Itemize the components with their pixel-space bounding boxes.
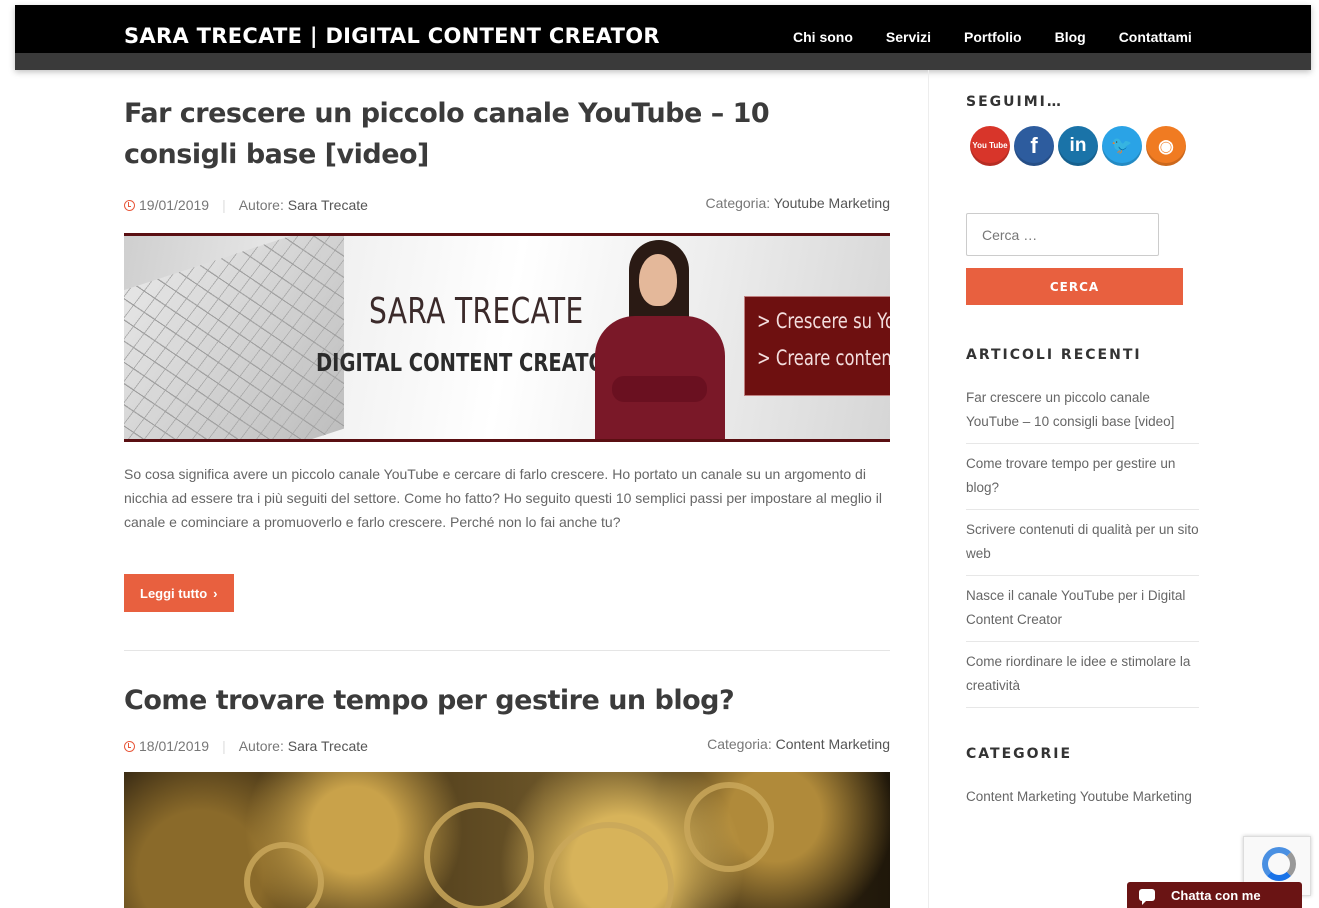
nav-contattami[interactable]: Contattami xyxy=(1119,29,1192,45)
post-title[interactable]: Come trovare tempo per gestire un blog? xyxy=(124,680,890,721)
read-more-label: Leggi tutto xyxy=(140,585,208,601)
main-content: Far crescere un piccolo canale YouTube –… xyxy=(124,70,890,908)
sidebar-divider xyxy=(928,70,929,908)
youtube-icon[interactable]: You Tube xyxy=(970,126,1010,166)
banner-name: SARA TRECATE xyxy=(369,291,584,332)
linkedin-icon[interactable]: in xyxy=(1058,126,1098,166)
nav-portfolio[interactable]: Portfolio xyxy=(964,29,1022,45)
chat-label: Chatta con me xyxy=(1171,887,1261,903)
post-2: Come trovare tempo per gestire un blog? … xyxy=(124,680,890,908)
post-meta: 19/01/2019 | Autore: Sara Trecate Catego… xyxy=(124,195,890,215)
facebook-icon[interactable]: f xyxy=(1014,126,1054,166)
post-category[interactable]: Youtube Marketing xyxy=(774,195,890,211)
post-category[interactable]: Content Marketing xyxy=(776,736,890,752)
recent-post-link[interactable]: Far crescere un piccolo canale YouTube –… xyxy=(966,378,1199,444)
post-date: 18/01/2019 xyxy=(139,738,210,754)
recent-post-link[interactable]: Come trovare tempo per gestire un blog? xyxy=(966,444,1199,510)
recent-post-link[interactable]: Nasce il canale YouTube per i Digital Co… xyxy=(966,576,1199,642)
social-links: You Tube f in 🐦 ◉ xyxy=(970,126,1199,166)
banner-topic-line: > Crescere su Yo xyxy=(757,309,890,333)
post-divider xyxy=(124,650,890,651)
post-featured-image[interactable] xyxy=(124,772,890,908)
post-title[interactable]: Far crescere un piccolo canale YouTube –… xyxy=(124,93,890,175)
read-more-button[interactable]: Leggi tutto › xyxy=(124,574,234,612)
header-strip xyxy=(15,53,1311,70)
post-1: Far crescere un piccolo canale YouTube –… xyxy=(124,93,890,651)
post-excerpt: So cosa significa avere un piccolo canal… xyxy=(124,466,882,530)
chat-bubble-icon xyxy=(1139,889,1155,905)
category-label: Categoria: xyxy=(705,195,771,211)
search-button[interactable]: CERCA xyxy=(966,268,1183,305)
main-nav: Chi sono Servizi Portfolio Blog Contatta… xyxy=(793,29,1225,45)
banner-topics: > Crescere su Yo > Creare contenu xyxy=(744,296,890,396)
categories-title: CATEGORIE xyxy=(966,746,1073,762)
twitter-icon[interactable]: 🐦 xyxy=(1102,126,1142,166)
portrait-photo xyxy=(587,236,732,439)
recent-posts-title: ARTICOLI RECENTI xyxy=(966,347,1142,363)
post-meta: 18/01/2019 | Autore: Sara Trecate Catego… xyxy=(124,736,890,756)
nav-servizi[interactable]: Servizi xyxy=(886,29,931,45)
post-author[interactable]: Sara Trecate xyxy=(288,197,368,213)
categories-list: Content Marketing Youtube Marketing xyxy=(966,789,1199,804)
post-featured-image[interactable]: SARA TRECATE DIGITAL CONTENT CREATOR > C… xyxy=(124,233,890,442)
banner-subtitle: DIGITAL CONTENT CREATOR xyxy=(316,348,621,377)
meta-separator: | xyxy=(222,738,226,754)
category-link[interactable]: Youtube Marketing xyxy=(1080,789,1192,804)
post-author[interactable]: Sara Trecate xyxy=(288,738,368,754)
author-label: Autore: xyxy=(238,738,284,754)
rss-icon[interactable]: ◉ xyxy=(1146,126,1186,166)
keyboard-graphic xyxy=(124,236,344,439)
recent-posts-list: Far crescere un piccolo canale YouTube –… xyxy=(966,378,1199,708)
site-header: SARA TRECATE | DIGITAL CONTENT CREATOR C… xyxy=(15,5,1311,70)
nav-blog[interactable]: Blog xyxy=(1055,29,1086,45)
post-category-block: Categoria: Youtube Marketing xyxy=(706,195,890,211)
recent-post-link[interactable]: Come riordinare le idee e stimolare la c… xyxy=(966,642,1199,708)
sidebar: SEGUIMI… You Tube f in 🐦 ◉ CERCA ARTICOL… xyxy=(966,70,1199,804)
banner-topic-line: > Creare contenu xyxy=(757,346,890,370)
chevron-right-icon: › xyxy=(213,585,218,601)
post-category-block: Categoria: Content Marketing xyxy=(707,736,890,752)
recaptcha-icon xyxy=(1262,847,1296,881)
recent-post-link[interactable]: Scrivere contenuti di qualità per un sit… xyxy=(966,510,1199,576)
site-title[interactable]: SARA TRECATE | DIGITAL CONTENT CREATOR xyxy=(124,24,660,48)
nav-chi-sono[interactable]: Chi sono xyxy=(793,29,853,45)
meta-separator: | xyxy=(222,197,226,213)
category-label: Categoria: xyxy=(707,736,772,752)
post-date: 19/01/2019 xyxy=(139,197,210,213)
clock-icon xyxy=(124,199,135,211)
author-label: Autore: xyxy=(238,197,284,213)
category-link[interactable]: Content Marketing xyxy=(966,789,1076,804)
clock-icon xyxy=(124,740,135,752)
chat-widget[interactable]: Chatta con me xyxy=(1127,882,1302,908)
follow-title: SEGUIMI… xyxy=(966,94,1063,110)
search-input[interactable] xyxy=(966,213,1159,256)
